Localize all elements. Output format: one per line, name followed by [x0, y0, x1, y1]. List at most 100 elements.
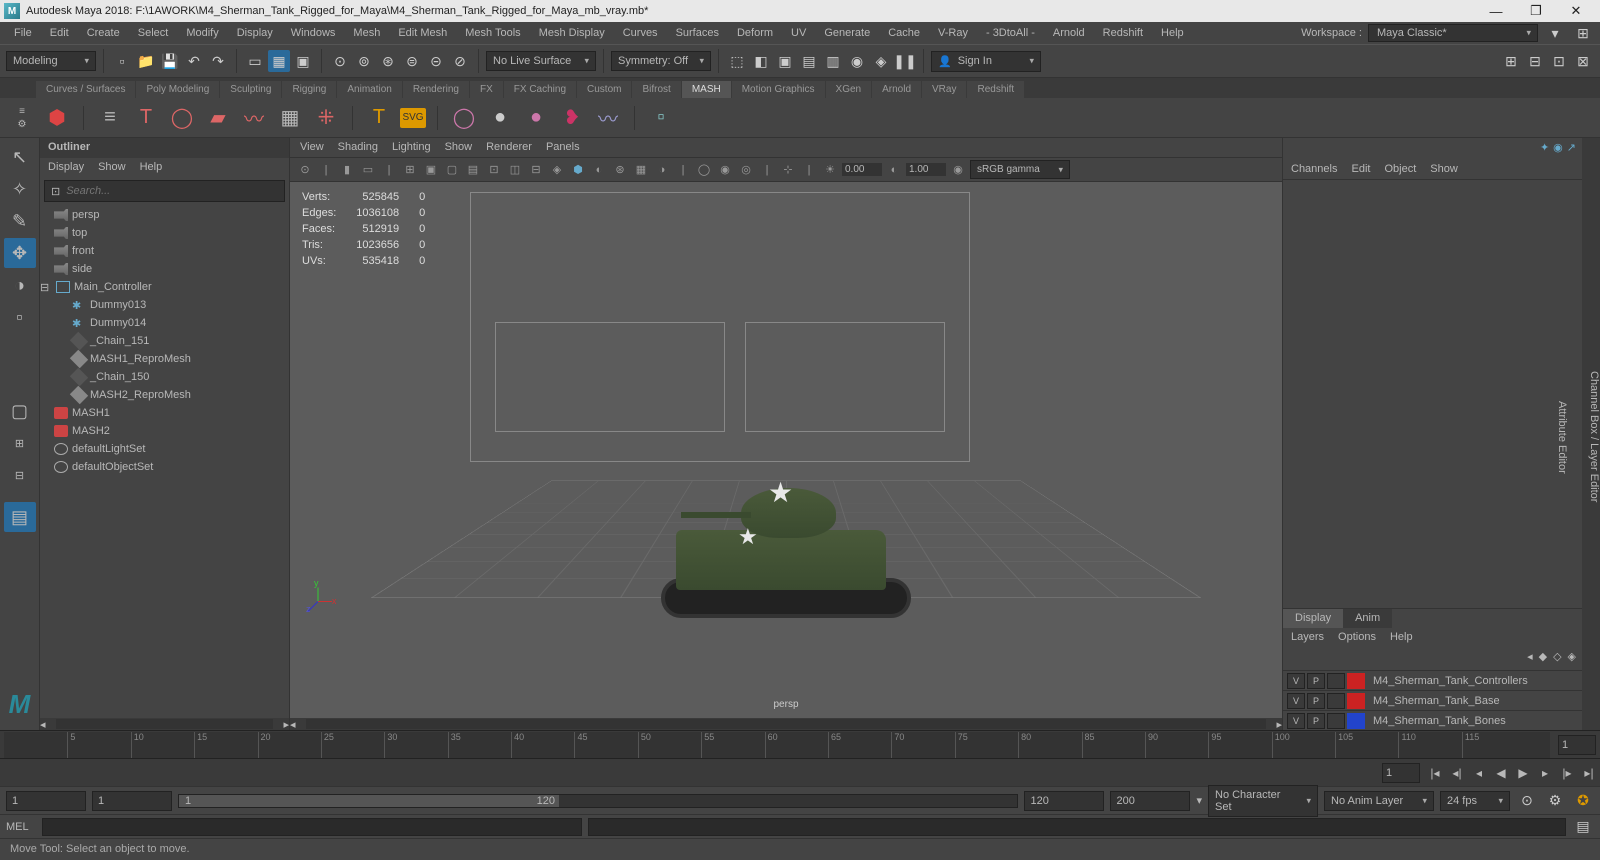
range-icon3[interactable]: ✪ [1572, 790, 1594, 812]
goto-end-icon[interactable]: ▸| [1578, 763, 1600, 783]
outliner-node[interactable]: front [40, 242, 289, 260]
menu-redshift[interactable]: Redshift [1095, 24, 1151, 42]
shelf-gear-icon[interactable]: ⚙ [18, 119, 27, 130]
outliner-node[interactable]: persp [40, 206, 289, 224]
menu-meshdisplay[interactable]: Mesh Display [531, 24, 613, 42]
layer-icon4[interactable]: ◈ [1568, 650, 1576, 668]
menu-cache[interactable]: Cache [880, 24, 928, 42]
toggle-pause-icon[interactable]: ❚❚ [894, 50, 916, 72]
vp-gamma-field[interactable]: 1.00 [906, 163, 946, 176]
shelf-tab-xgen[interactable]: XGen [826, 81, 872, 98]
outliner-node[interactable]: ✱Dummy014 [40, 314, 289, 332]
viewport-scrollbar[interactable]: ◂▸ [290, 718, 1282, 730]
vp-exposure-field[interactable]: 0.00 [842, 163, 882, 176]
shelf-menu-icon[interactable]: ≡ [19, 106, 25, 117]
snap-view-icon[interactable]: ⊝ [425, 50, 447, 72]
menu-curves[interactable]: Curves [615, 24, 666, 42]
shelf-tab-custom[interactable]: Custom [577, 81, 631, 98]
menu-editmesh[interactable]: Edit Mesh [390, 24, 455, 42]
undo-icon[interactable]: ↶ [183, 50, 205, 72]
range-collapse-icon[interactable]: ▾ [1196, 794, 1202, 807]
vp-menu-view[interactable]: View [300, 141, 324, 154]
panel-toggle2-icon[interactable]: ⊟ [1524, 50, 1546, 72]
vp-menu-panels[interactable]: Panels [546, 141, 580, 154]
paint-tool-icon[interactable]: ✎ [4, 206, 36, 236]
redo-icon[interactable]: ↷ [207, 50, 229, 72]
vp-gate-mask-icon[interactable]: ▤ [464, 161, 482, 179]
new-scene-icon[interactable]: ▫ [111, 50, 133, 72]
mash-points-icon[interactable]: ⁜ [311, 103, 341, 133]
outliner-node[interactable]: defaultObjectSet [40, 458, 289, 476]
layout-two-icon[interactable]: ⊟ [4, 460, 36, 490]
side-tab-attribute-editor[interactable]: Attribute Editor [1556, 401, 1568, 474]
range-slider[interactable]: 1120 [178, 794, 1018, 808]
vp-menu-lighting[interactable]: Lighting [392, 141, 431, 154]
shelf-tab-fx[interactable]: FX [470, 81, 503, 98]
step-fwd-key-icon[interactable]: |▸ [1556, 763, 1578, 783]
snap-live-icon[interactable]: ⊘ [449, 50, 471, 72]
layer-menu-help[interactable]: Help [1390, 631, 1413, 645]
vp-grid-icon[interactable]: ⊞ [401, 161, 419, 179]
layer-row[interactable]: VPM4_Sherman_Tank_Base [1283, 690, 1582, 710]
hypershade-icon[interactable]: ◧ [750, 50, 772, 72]
workspace-reset-icon[interactable]: ⊞ [1572, 22, 1594, 44]
step-back-icon[interactable]: ◂ [1468, 763, 1490, 783]
layer-menu-options[interactable]: Options [1338, 631, 1376, 645]
shelf-tab-polymodeling[interactable]: Poly Modeling [136, 81, 219, 98]
layer-icon1[interactable]: ◂ [1527, 650, 1533, 668]
signin-button[interactable]: 👤Sign In [931, 51, 1041, 72]
live-surface-dropdown[interactable]: No Live Surface [486, 51, 596, 71]
cg-icon[interactable]: ⬚ [726, 50, 748, 72]
panel-toggle4-icon[interactable]: ⊠ [1572, 50, 1594, 72]
cb-menu-edit[interactable]: Edit [1351, 163, 1370, 176]
menu-arnold[interactable]: Arnold [1045, 24, 1093, 42]
vp-menu-show[interactable]: Show [445, 141, 473, 154]
shelf-tab-animation[interactable]: Animation [337, 81, 401, 98]
outliner-menu-display[interactable]: Display [48, 161, 84, 175]
menu-generate[interactable]: Generate [816, 24, 878, 42]
outliner-node[interactable]: defaultLightSet [40, 440, 289, 458]
cb-icon1[interactable]: ✦ [1540, 141, 1549, 157]
menu-set-dropdown[interactable]: Modeling [6, 51, 96, 71]
vp-ao-icon[interactable]: ◑ [653, 161, 671, 179]
scale-tool-icon[interactable]: ▫ [4, 302, 36, 332]
vp-xray2-icon[interactable]: ◉ [716, 161, 734, 179]
current-frame-field[interactable]: 1 [1382, 763, 1420, 783]
move-tool-icon[interactable]: ✥ [4, 238, 36, 268]
vp-vt-icon[interactable]: ◉ [949, 161, 967, 179]
workspace-options-icon[interactable]: ▾ [1544, 22, 1566, 44]
shelf-tab-curvessurfaces[interactable]: Curves / Surfaces [36, 81, 135, 98]
vp-bookmark-icon[interactable]: ▮ [338, 161, 356, 179]
vp-res-gate-icon[interactable]: ▢ [443, 161, 461, 179]
range-end-field[interactable]: 200 [1110, 791, 1190, 811]
layout-four-icon[interactable]: ⊞ [4, 428, 36, 458]
time-ruler[interactable]: 5101520253035404550556065707580859095100… [4, 732, 1550, 758]
workspace-dropdown[interactable]: Maya Classic* [1368, 24, 1538, 42]
script-editor-icon[interactable]: ▤ [1572, 816, 1594, 838]
outliner-scrollbar[interactable]: ◂▸ [40, 718, 289, 730]
range-start-field[interactable]: 1 [6, 791, 86, 811]
layer-row[interactable]: VPM4_Sherman_Tank_Bones [1283, 710, 1582, 730]
panel-toggle1-icon[interactable]: ⊞ [1500, 50, 1522, 72]
cmd-input[interactable] [42, 818, 582, 836]
mash-signal-icon[interactable]: ▰ [203, 103, 233, 133]
outliner-node[interactable]: _Chain_150 [40, 368, 289, 386]
vp-safe-action-icon[interactable]: ◫ [506, 161, 524, 179]
shelf-tab-fxcaching[interactable]: FX Caching [504, 81, 576, 98]
step-fwd-icon[interactable]: ▸ [1534, 763, 1556, 783]
outliner-node[interactable]: _Chain_151 [40, 332, 289, 350]
mash-cache-icon[interactable]: ▫ [646, 103, 676, 133]
select-tool-icon[interactable]: ↖ [4, 142, 36, 172]
outliner-node[interactable]: top [40, 224, 289, 242]
mash-menu-icon[interactable]: ≡ [95, 103, 125, 133]
ipr-icon[interactable]: ▤ [798, 50, 820, 72]
vp-image-plane-icon[interactable]: ▭ [359, 161, 377, 179]
render-settings-icon[interactable]: ◈ [870, 50, 892, 72]
snap-point-icon[interactable]: ⊛ [377, 50, 399, 72]
mash-dyn1-icon[interactable]: ◯ [449, 103, 479, 133]
character-set-dropdown[interactable]: No Character Set [1208, 785, 1318, 817]
vp-menu-renderer[interactable]: Renderer [486, 141, 532, 154]
step-back-key-icon[interactable]: ◂| [1446, 763, 1468, 783]
cb-menu-object[interactable]: Object [1384, 163, 1416, 176]
outliner-search[interactable]: ⊡ [44, 180, 285, 202]
